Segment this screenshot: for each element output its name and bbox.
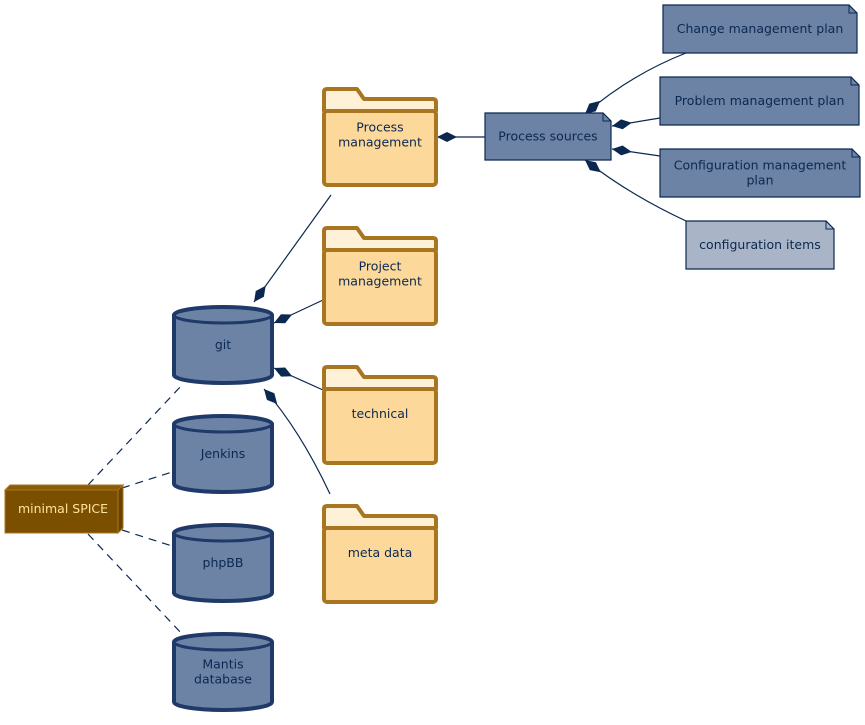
node-label: minimal SPICE: [18, 501, 108, 516]
folder-label-line: meta data: [348, 545, 413, 560]
artifact-label-line: Change management plan: [677, 21, 844, 36]
folder-label-line: management: [338, 135, 422, 150]
folder-label-line: Project: [359, 259, 402, 274]
artifact-problem-management-plan[interactable]: Problem management plan: [659, 76, 860, 126]
edge-sources-config-plan: [611, 145, 661, 157]
folder-technical[interactable]: technical: [322, 365, 438, 465]
folder-label-line: Process: [356, 120, 403, 135]
database-git[interactable]: git: [172, 305, 274, 385]
artifact-label-line: plan: [747, 173, 774, 188]
database-phpbb[interactable]: phpBB: [172, 523, 274, 603]
artifact-label-line: configuration items: [699, 237, 821, 252]
folder-process-management[interactable]: Processmanagement: [322, 87, 438, 187]
edge-sources-problem: [611, 117, 661, 130]
database-label-line: phpBB: [203, 555, 244, 570]
artifact-label-line: Problem management plan: [675, 93, 845, 108]
artifact-configuration-items[interactable]: configuration items: [685, 220, 835, 270]
folder-project-management[interactable]: Projectmanagement: [322, 226, 438, 326]
edge-git-process-management: [253, 194, 332, 303]
link-spice-git: [87, 384, 183, 486]
database-label-line: git: [215, 337, 231, 352]
node-minimal-spice[interactable]: minimal SPICE: [3, 483, 125, 535]
artifact-process-sources[interactable]: Process sources: [484, 112, 612, 161]
artifact-label-line: Process sources: [498, 129, 597, 144]
artifact-label-line: Configuration management: [674, 158, 847, 173]
link-spice-mantis: [87, 533, 183, 635]
edge-git-technical: [273, 367, 324, 391]
link-spice-jenkins: [121, 471, 173, 489]
database-label-line: Jenkins: [200, 446, 245, 461]
database-label-line: database: [194, 672, 252, 687]
database-mantis-database[interactable]: Mantisdatabase: [172, 632, 274, 712]
folder-meta-data[interactable]: meta data: [322, 504, 438, 604]
database-jenkins[interactable]: Jenkins: [172, 414, 274, 494]
composition-edges: [253, 52, 687, 495]
folder-label-line: technical: [352, 406, 409, 421]
diagram-canvas: minimal SPICE git Jenkins phpBB Mantisdatab…: [3, 4, 861, 712]
database-label-line: Mantis: [202, 657, 243, 672]
artifact-change-management-plan[interactable]: Change management plan: [662, 4, 858, 54]
folder-label-line: management: [338, 274, 422, 289]
artifact-configuration-management-plan[interactable]: Configuration managementplan: [659, 148, 861, 198]
edge-git-project-management: [273, 299, 324, 324]
link-spice-phpbb: [121, 529, 173, 547]
